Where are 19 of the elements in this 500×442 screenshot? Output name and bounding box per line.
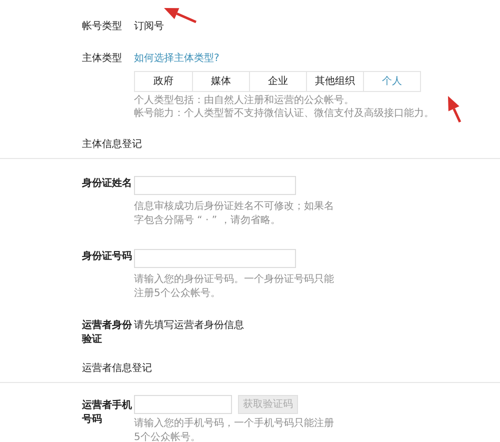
field-label: 主体类型: [82, 52, 123, 66]
field-label: 帐号类型: [82, 20, 123, 34]
section-heading: 运营者信息登记: [0, 361, 500, 383]
type-description: 个人类型包括：由自然人注册和运营的公众帐号。: [134, 94, 355, 107]
field-hint: 请输入您的手机号码，一个手机号码只能注册5个公众帐号。: [134, 417, 335, 442]
section-heading: 主体信息登记: [0, 137, 500, 159]
help-link[interactable]: 如何选择主体类型?: [134, 51, 220, 66]
field-value: 订阅号: [134, 20, 164, 34]
input-field[interactable]: [134, 248, 296, 268]
input-field[interactable]: [134, 395, 232, 414]
field-hint: 信息审核成功后身份证姓名不可修改；如果名字包含分隔号 “ · ” ，请勿省略。: [134, 200, 335, 228]
type-description: 帐号能力：个人类型暂不支持微信认证、微信支付及高级接口能力。: [134, 107, 435, 120]
field-hint: 请输入您的身份证号码。一个身份证号码只能注册5个公众帐号。: [134, 273, 335, 301]
field-label: 运营者手机号码: [82, 399, 133, 427]
field-value: 请先填写运营者身份信息: [134, 319, 244, 333]
field-label: 身份证号码: [82, 250, 133, 264]
input-field[interactable]: [134, 176, 296, 194]
field-label: 身份证姓名: [82, 177, 133, 191]
field-label: 运营者身份验证: [82, 319, 133, 347]
